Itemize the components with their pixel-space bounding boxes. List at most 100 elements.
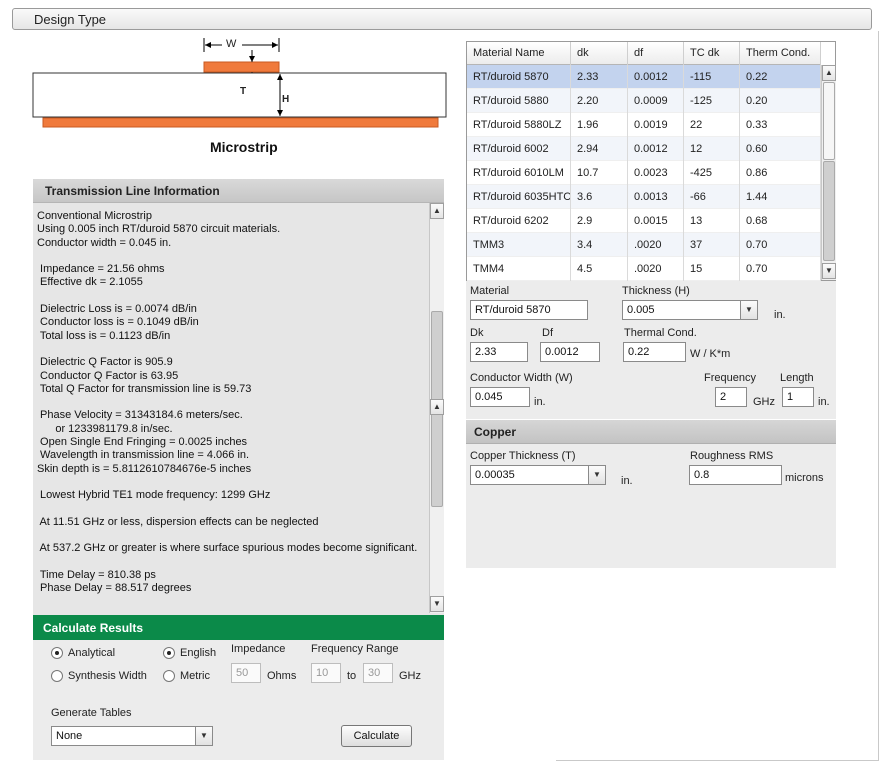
chevron-down-icon[interactable]: ▼ — [195, 727, 212, 745]
transmission-line-results: Conventional Microstrip Using 0.005 inch … — [37, 210, 429, 596]
chevron-down-icon[interactable]: ▼ — [588, 466, 605, 484]
table-cell: RT/duroid 5880LZ — [467, 113, 571, 137]
freq-to-input[interactable]: 30 — [363, 663, 393, 683]
table-row[interactable]: TMM3 3.4.0020 37 0.70 — [467, 233, 821, 257]
frame-line — [878, 31, 879, 761]
h-label: H — [282, 94, 290, 105]
table-cell: 0.0019 — [628, 113, 684, 137]
table-row[interactable]: TMM4 4.5.0020 15 0.70 — [467, 257, 821, 281]
result-line: Phase Delay = 88.517 degrees — [37, 582, 192, 595]
result-line — [37, 556, 429, 569]
thermal-input[interactable]: 0.22 — [623, 342, 686, 362]
df-input[interactable]: 0.0012 — [540, 342, 600, 362]
roughness-unit: microns — [785, 472, 824, 484]
copper-thickness-select[interactable]: 0.00035 ▼ — [470, 465, 606, 485]
radio-unselected-icon[interactable] — [51, 670, 63, 682]
scroll-up-icon[interactable]: ▲ — [430, 203, 444, 219]
table-cell: .0020 — [628, 233, 684, 257]
length-input[interactable]: 1 — [782, 387, 814, 407]
english-radio[interactable]: English — [163, 647, 216, 659]
result-line: Conductor width = 0.045 in. — [37, 236, 172, 249]
result-line — [37, 529, 429, 542]
scroll-track[interactable] — [823, 161, 835, 261]
diagram-title: Microstrip — [210, 139, 278, 155]
table-cell: -125 — [684, 89, 740, 113]
impedance-label: Impedance — [231, 643, 286, 655]
table-cell: RT/duroid 6202 — [467, 209, 571, 233]
impedance-input[interactable]: 50 — [231, 663, 261, 683]
ohms-unit: Ohms — [267, 670, 297, 682]
result-line: Impedance = 21.56 ohms — [37, 263, 165, 276]
conductor-width-label: Conductor Width (W) — [470, 372, 573, 384]
metric-radio[interactable]: Metric — [163, 670, 210, 682]
table-cell: 12 — [684, 137, 740, 161]
table-cell: -115 — [684, 65, 740, 89]
table-cell: 2.9 — [571, 209, 628, 233]
table-cell: 0.0015 — [628, 209, 684, 233]
conductor-width-input[interactable]: 0.045 — [470, 387, 530, 407]
table-row[interactable]: RT/duroid 5880LZ 1.96 0.0019 22 0.33 — [467, 113, 821, 137]
material-input[interactable]: RT/duroid 5870 — [470, 300, 588, 320]
table-cell: RT/duroid 6035HTC — [467, 185, 571, 209]
materials-header-row: Material Name dk df TC dk Therm Cond. — [467, 42, 821, 65]
scroll-down-icon[interactable]: ▼ — [822, 263, 836, 279]
table-cell: 0.0012 — [628, 65, 684, 89]
result-line: Using 0.005 inch RT/duroid 5870 circuit … — [37, 223, 281, 236]
materials-scrollbar[interactable]: ▲ ▼ — [821, 65, 836, 280]
column-header[interactable]: Therm Cond. — [740, 42, 821, 65]
result-line: Conventional Microstrip — [37, 210, 152, 222]
table-row[interactable]: RT/duroid 5880 2.20 0.0009 -125 0.20 — [467, 89, 821, 113]
table-cell: 2.33 — [571, 65, 628, 89]
result-line: At 11.51 GHz or less, dispersion effects… — [37, 515, 319, 528]
column-header[interactable]: TC dk — [684, 42, 740, 65]
roughness-input[interactable]: 0.8 — [689, 465, 782, 485]
dk-label: Dk — [470, 327, 484, 339]
result-line: Lowest Hybrid TE1 mode frequency: 1299 G… — [37, 489, 271, 502]
result-line — [37, 343, 429, 356]
analytical-radio[interactable]: Analytical — [51, 647, 115, 659]
design-type-bar[interactable]: Design Type — [12, 8, 872, 30]
table-cell: 0.0013 — [628, 185, 684, 209]
table-row[interactable]: RT/duroid 6035HTC 3.6 0.0013 -66 1.44 — [467, 185, 821, 209]
thickness-select[interactable]: 0.005 ▼ — [622, 300, 758, 320]
frequency-unit: GHz — [753, 396, 775, 408]
column-header[interactable]: df — [628, 42, 684, 65]
scroll-thumb[interactable] — [823, 82, 835, 160]
freq-from-input[interactable]: 10 — [311, 663, 341, 683]
radio-selected-icon[interactable] — [163, 647, 175, 659]
table-row[interactable]: RT/duroid 5870 2.33 0.0012 -115 0.22 — [467, 65, 821, 89]
scroll-up-icon[interactable]: ▲ — [822, 65, 836, 81]
dk-input[interactable]: 2.33 — [470, 342, 528, 362]
calculate-panel: Calculate Results Analytical Synthesis W… — [33, 615, 444, 760]
calculate-title: Calculate Results — [43, 621, 144, 635]
table-cell: TMM4 — [467, 257, 571, 281]
scroll-up-icon[interactable]: ▲ — [430, 399, 444, 415]
table-cell: 0.22 — [740, 65, 821, 89]
radio-selected-icon[interactable] — [51, 647, 63, 659]
table-cell: -425 — [684, 161, 740, 185]
calculate-button[interactable]: Calculate — [341, 725, 412, 747]
thickness-label: Thickness (H) — [622, 285, 690, 297]
frequency-range-label: Frequency Range — [311, 643, 399, 655]
generate-tables-select[interactable]: None ▼ — [51, 726, 213, 746]
strip-conductor — [203, 61, 280, 73]
copper-panel: Copper Copper Thickness (T) 0.00035 ▼ in… — [466, 420, 836, 568]
scroll-down-icon[interactable]: ▼ — [430, 596, 444, 612]
column-header[interactable]: Material Name — [467, 42, 571, 65]
radio-unselected-icon[interactable] — [163, 670, 175, 682]
table-row[interactable]: RT/duroid 6002 2.94 0.0012 12 0.60 — [467, 137, 821, 161]
column-header[interactable]: dk — [571, 42, 628, 65]
results-scrollbar[interactable]: ▲ ▲ ▼ — [429, 203, 444, 613]
table-row[interactable]: RT/duroid 6010LM 10.7 0.0023 -425 0.86 — [467, 161, 821, 185]
chevron-down-icon[interactable]: ▼ — [740, 301, 757, 319]
result-line: Dielectric Loss is = 0.0074 dB/in — [37, 303, 197, 316]
generate-tables-value: None — [56, 730, 83, 742]
result-line: Conductor loss is = 0.1049 dB/in — [37, 316, 199, 329]
table-cell: 0.70 — [740, 257, 821, 281]
synthesis-radio[interactable]: Synthesis Width — [51, 670, 147, 682]
table-row[interactable]: RT/duroid 6202 2.9 0.0015 13 0.68 — [467, 209, 821, 233]
transmission-line-title: Transmission Line Information — [45, 184, 220, 198]
material-label: Material — [470, 285, 510, 297]
frequency-input[interactable]: 2 — [715, 387, 747, 407]
result-line: Effective dk = 2.1055 — [37, 276, 143, 289]
